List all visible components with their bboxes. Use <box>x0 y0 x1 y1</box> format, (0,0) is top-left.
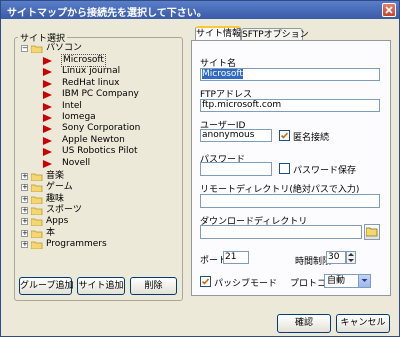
site-name-input[interactable]: Microsoft <box>200 68 380 81</box>
expand-icon[interactable]: + <box>21 195 28 203</box>
chevron-down-icon <box>361 279 368 282</box>
passive-mode-label: パッシブモード <box>214 279 278 289</box>
expand-icon[interactable]: + <box>21 229 28 237</box>
anonymous-label: 匿名接続 <box>293 133 330 143</box>
protocol-value: 自動 <box>327 276 346 286</box>
tree-node-label: パソコン <box>46 43 83 53</box>
tree-site-label: US Robotics Pilot <box>62 146 138 157</box>
password-input[interactable] <box>200 162 272 176</box>
cancel-button[interactable]: キャンセル <box>336 314 390 333</box>
delete-button[interactable]: 削除 <box>130 277 177 295</box>
site-arrow-icon <box>43 148 52 157</box>
tree-folder-label: 本 <box>46 227 56 238</box>
folder-icon <box>31 207 43 215</box>
tree-site-label: Apple Newton <box>62 134 125 145</box>
site-arrow-icon <box>43 102 52 111</box>
folder-icon <box>31 173 43 181</box>
dialog-window: サイトマップから接続先を選択して下さい。 サイト選択 − パソコン Micros… <box>0 0 400 337</box>
window-title: サイトマップから接続先を選択して下さい。 <box>7 8 207 19</box>
tree-folder-label: スポーツ <box>46 204 82 215</box>
user-id-input[interactable]: anonymous <box>200 129 272 142</box>
browse-folder-button[interactable] <box>364 224 380 240</box>
tree-folder-label: ゲーム <box>46 182 73 193</box>
site-name-value: Microsoft <box>202 69 243 79</box>
tree-site-label: Intel <box>62 100 82 111</box>
site-arrow-icon <box>43 159 52 168</box>
remote-dir-input[interactable] <box>200 194 380 208</box>
passive-mode-checkbox[interactable] <box>200 276 211 287</box>
expand-icon[interactable]: + <box>21 218 28 226</box>
protocol-select[interactable]: 自動 <box>324 274 371 288</box>
checkmark-icon <box>201 278 210 285</box>
port-input[interactable]: 21 <box>223 251 249 264</box>
expand-icon[interactable]: + <box>21 184 28 192</box>
dropdown-button[interactable] <box>358 275 370 287</box>
expand-icon[interactable]: + <box>21 173 28 180</box>
timeout-stepper[interactable] <box>346 251 356 264</box>
timeout-input[interactable]: 30 <box>326 251 346 264</box>
ok-button[interactable]: 確認 <box>277 314 331 333</box>
ftp-address-input[interactable]: ftp.microsoft.com <box>200 99 380 112</box>
site-arrow-icon <box>43 68 52 77</box>
folder-open-icon <box>31 45 43 53</box>
folder-icon <box>31 241 43 249</box>
tree-site-label: IBM PC Company <box>62 89 139 100</box>
site-arrow-icon <box>43 91 52 100</box>
site-arrow-icon <box>43 125 52 134</box>
expand-icon[interactable]: + <box>21 240 28 248</box>
title-bar[interactable]: サイトマップから接続先を選択して下さい。 <box>1 1 399 19</box>
expand-icon[interactable]: + <box>21 206 28 214</box>
folder-icon <box>31 218 43 227</box>
close-icon <box>385 6 393 14</box>
tree-site-label: Novell <box>62 157 91 168</box>
tree-folder-label: 音楽 <box>46 171 65 181</box>
tree-site-label: Linux journal <box>62 66 121 77</box>
site-arrow-icon <box>43 114 52 122</box>
save-password-label: パスワード保存 <box>293 166 357 176</box>
save-password-checkbox[interactable] <box>279 163 290 174</box>
folder-icon <box>31 230 43 238</box>
tree-folder-label: 趣味 <box>46 193 65 204</box>
add-site-button[interactable]: サイト追加 <box>77 277 125 295</box>
anonymous-checkbox[interactable] <box>279 130 290 141</box>
checkmark-icon <box>280 132 289 139</box>
site-info-panel: サイト名 Microsoft FTPアドレス ftp.microsoft.com… <box>191 40 391 296</box>
site-arrow-icon <box>43 57 52 65</box>
site-arrow-icon <box>43 136 52 145</box>
download-dir-input[interactable] <box>200 225 362 239</box>
folder-icon <box>31 184 43 193</box>
collapse-icon[interactable]: − <box>21 45 28 52</box>
folder-open-icon <box>366 227 378 237</box>
site-tree[interactable]: − パソコン Microsoft Linux journal RedHat linu… <box>19 41 179 255</box>
tree-site-label: RedHat linux <box>62 77 120 88</box>
close-button[interactable] <box>382 3 396 17</box>
tree-site-label: Iomega <box>62 112 96 122</box>
folder-icon <box>31 196 43 204</box>
tree-folder-label: Apps <box>46 216 69 227</box>
site-arrow-icon <box>43 79 52 88</box>
tree-site-label: Sony Corporation <box>62 123 141 134</box>
tab-site-info[interactable]: サイト情報 <box>195 26 241 41</box>
tree-site-label: Microsoft <box>61 54 106 67</box>
add-group-button[interactable]: グループ追加 <box>19 277 73 295</box>
tree-folder-label: Programmers <box>46 238 107 249</box>
spin-arrows-icon <box>348 253 354 262</box>
